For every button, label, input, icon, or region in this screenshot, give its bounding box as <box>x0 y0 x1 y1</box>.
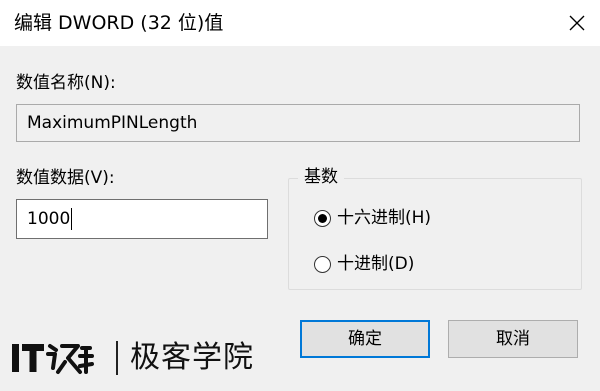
close-button[interactable] <box>554 0 600 46</box>
value-data-label: 数值数据(V): <box>16 168 115 188</box>
title-bar: 编辑 DWORD (32 位)值 <box>0 0 600 46</box>
ithome-logo <box>10 338 106 378</box>
watermark-text: 极客学院 <box>130 340 254 375</box>
radio-hexadecimal-label: 十六进制(H) <box>337 208 432 228</box>
radio-decimal-label: 十进制(D) <box>337 254 415 274</box>
base-legend: 基数 <box>298 166 344 188</box>
radio-dot <box>318 213 327 223</box>
value-data-text: 1000 <box>27 209 71 229</box>
ithome-logo-mark <box>12 344 94 374</box>
radio-selected-icon <box>314 209 331 227</box>
radio-unselected-icon <box>314 255 331 273</box>
text-caret <box>71 208 73 230</box>
watermark-divider <box>116 341 118 375</box>
radio-hexadecimal[interactable]: 十六进制(H) <box>314 207 431 229</box>
value-name-label: 数值名称(N): <box>16 73 116 93</box>
ok-button[interactable]: 确定 <box>300 320 430 358</box>
value-data-input[interactable]: 1000 <box>16 199 268 239</box>
cancel-button[interactable]: 取消 <box>448 320 578 358</box>
radio-decimal[interactable]: 十进制(D) <box>314 253 414 275</box>
dialog-title: 编辑 DWORD (32 位)值 <box>14 12 224 34</box>
value-name-field[interactable]: MaximumPINLength <box>16 104 580 142</box>
close-icon <box>569 15 585 31</box>
edit-dword-dialog: 编辑 DWORD (32 位)值 数值名称(N): MaximumPINLeng… <box>0 0 600 391</box>
site-watermark: 极客学院 <box>10 334 254 382</box>
